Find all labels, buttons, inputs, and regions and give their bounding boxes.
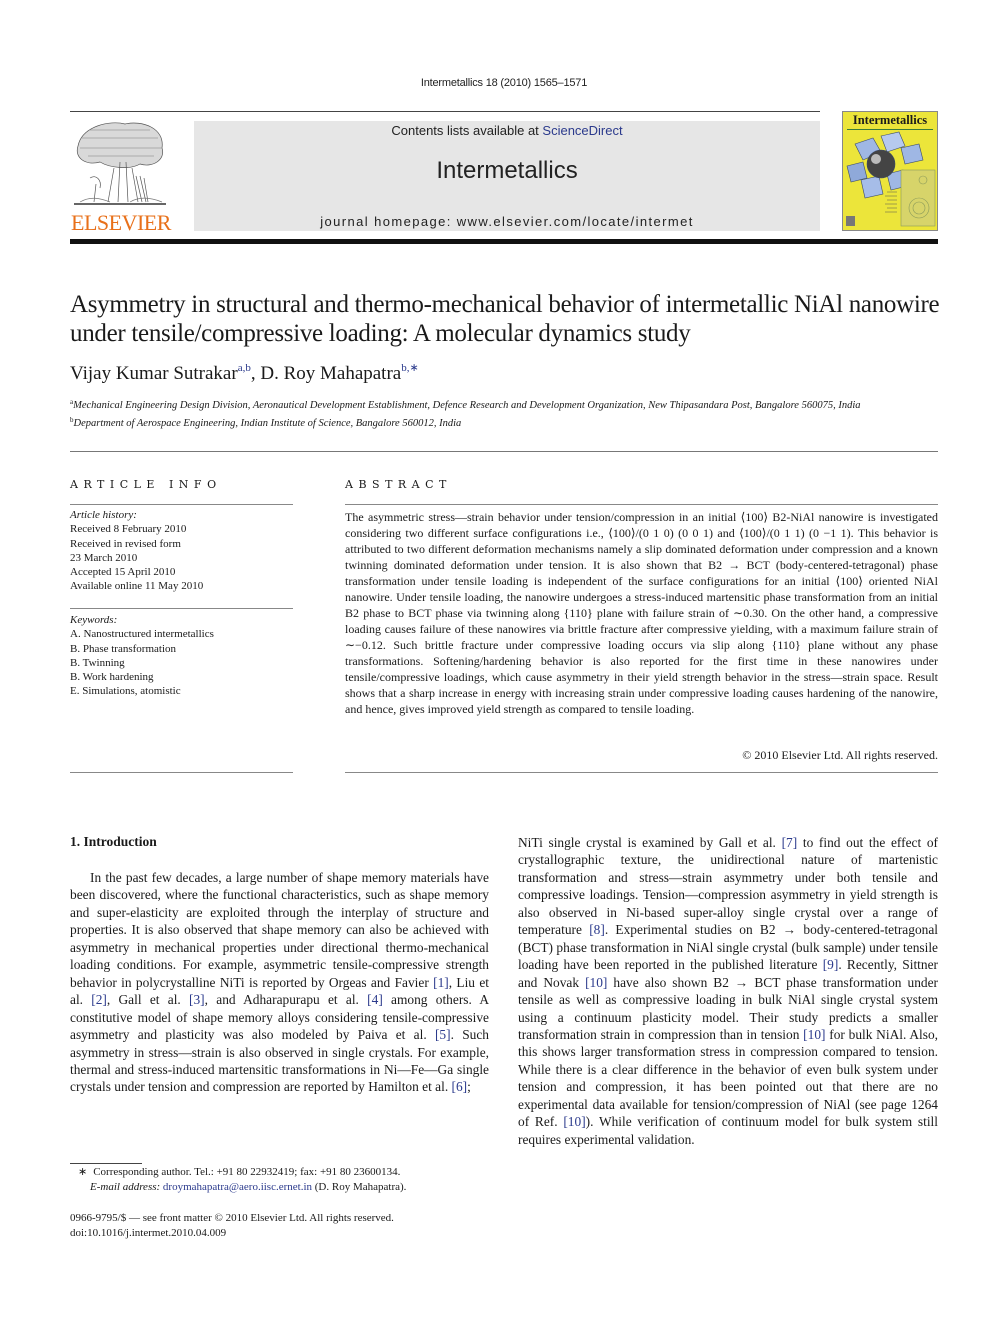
corresponding-author-note: ∗ Corresponding author. Tel.: +91 80 2293… xyxy=(70,1165,500,1180)
journal-banner: Contents lists available at ScienceDirec… xyxy=(194,121,820,231)
citation-link[interactable]: [10] xyxy=(585,975,607,990)
footnote-marker: ∗ xyxy=(78,1166,88,1178)
contents-line: Contents lists available at ScienceDirec… xyxy=(194,123,820,138)
email-link[interactable]: droymahapatra@aero.iisc.ernet.in xyxy=(163,1181,312,1193)
history-item: Available online 11 May 2010 xyxy=(70,580,204,593)
article-info-rule xyxy=(70,608,293,609)
email-suffix: (D. Roy Mahapatra). xyxy=(312,1181,407,1193)
body-text: , and Adharapurapu et al. xyxy=(204,992,368,1008)
journal-title[interactable]: Intermetallics xyxy=(194,157,820,185)
journal-homepage-link[interactable]: journal homepage: www.elsevier.com/locat… xyxy=(194,214,820,229)
copyright-notice: © 2010 Elsevier Ltd. All rights reserved… xyxy=(742,748,938,762)
citation-link[interactable]: [9] xyxy=(823,957,839,972)
body-text: , Gall et al. xyxy=(106,992,190,1008)
citation-link[interactable]: [6] xyxy=(452,1079,468,1094)
citation-link[interactable]: [8] xyxy=(589,922,605,937)
journal-cover[interactable]: Intermetallics xyxy=(842,111,938,231)
author-separator: , xyxy=(250,363,261,384)
author-name[interactable]: D. Roy Mahapatra xyxy=(260,363,401,384)
history-item: Received in revised form xyxy=(70,537,181,550)
author-affil-marks[interactable]: b,∗ xyxy=(401,362,418,374)
contents-prefix: Contents lists available at xyxy=(391,123,543,138)
corresponding-text: Corresponding author. Tel.: +91 80 22932… xyxy=(93,1166,401,1178)
cover-crystal-icon xyxy=(846,131,936,227)
citation-link[interactable]: [10] xyxy=(563,1114,585,1129)
abstract-rule xyxy=(345,504,938,505)
title-divider xyxy=(70,451,938,452)
author-list: Vijay Kumar Sutrakara,b, D. Roy Mahapatr… xyxy=(70,361,419,385)
keyword-item: A. Nanostructured intermetallics xyxy=(70,628,214,641)
email-line: E-mail address: droymahapatra@aero.iisc.… xyxy=(70,1180,500,1195)
elsevier-wordmark: ELSEVIER xyxy=(71,210,171,235)
history-item: Accepted 15 April 2010 xyxy=(70,566,176,579)
section-heading: 1. Introduction xyxy=(70,834,157,849)
citation-link[interactable]: [10] xyxy=(803,1027,825,1042)
journal-citation: Intermetallics 18 (2010) 1565–1571 xyxy=(420,77,588,89)
citation-link[interactable]: [4] xyxy=(367,992,383,1007)
affiliation-text: Mechanical Engineering Design Division, … xyxy=(73,400,861,411)
article-history: Article history: Received 8 February 201… xyxy=(70,508,293,594)
footnote-rule xyxy=(70,1163,142,1164)
abstract-text: The asymmetric stress—strain behavior un… xyxy=(345,510,938,716)
keyword-item: B. Twinning xyxy=(70,656,125,669)
article-info-heading: ARTICLE INFO xyxy=(70,478,222,491)
abstract-heading: ABSTRACT xyxy=(345,478,452,491)
sciencedirect-link[interactable]: ScienceDirect xyxy=(542,123,622,138)
keywords: Keywords: A. Nanostructured intermetalli… xyxy=(70,613,293,699)
body-text: In the past few decades, a large number … xyxy=(70,870,489,990)
history-label: Article history: xyxy=(70,509,137,521)
affiliation-text: Department of Aerospace Engineering, Ind… xyxy=(73,418,462,429)
elsevier-logo[interactable]: ELSEVIER xyxy=(68,118,174,236)
citation-link[interactable]: [1] xyxy=(433,975,449,990)
body-column-right: NiTi single crystal is examined by Gall … xyxy=(518,834,938,1148)
history-item: Received 8 February 2010 xyxy=(70,523,187,536)
issn-line: 0966-9795/$ — see front matter © 2010 El… xyxy=(70,1212,394,1224)
doi-link[interactable]: doi:10.1016/j.intermet.2010.04.009 xyxy=(70,1226,500,1241)
article-info-rule xyxy=(70,504,293,505)
citation-link[interactable]: [7] xyxy=(782,835,798,850)
citation-link[interactable]: [3] xyxy=(189,992,205,1007)
keywords-label: Keywords: xyxy=(70,614,118,626)
article-info-rule xyxy=(70,772,293,773)
keyword-item: B. Phase transformation xyxy=(70,642,177,655)
abstract-rule xyxy=(345,772,938,773)
citation-link[interactable]: [2] xyxy=(91,992,107,1007)
affiliations: aMechanical Engineering Design Division,… xyxy=(70,395,930,431)
footnote: ∗ Corresponding author. Tel.: +91 80 2293… xyxy=(70,1165,500,1195)
body-column-left: In the past few decades, a large number … xyxy=(70,869,489,1096)
article-title: Asymmetry in structural and thermo-mecha… xyxy=(70,291,940,347)
keyword-item: E. Simulations, atomistic xyxy=(70,685,181,698)
affiliation-item: aMechanical Engineering Design Division,… xyxy=(70,395,930,413)
affiliation-item: bDepartment of Aerospace Engineering, In… xyxy=(70,413,930,431)
keyword-item: B. Work hardening xyxy=(70,671,154,684)
header-thick-rule xyxy=(70,239,938,244)
elsevier-tree-icon xyxy=(74,122,166,205)
front-matter: 0966-9795/$ — see front matter © 2010 El… xyxy=(70,1211,500,1240)
author-affil-marks[interactable]: a,b xyxy=(238,362,251,374)
body-text: NiTi single crystal is examined by Gall … xyxy=(518,835,782,850)
author-name[interactable]: Vijay Kumar Sutrakar xyxy=(70,363,238,384)
citation-link[interactable]: [5] xyxy=(435,1027,451,1042)
history-item: 23 March 2010 xyxy=(70,551,138,564)
header-rule xyxy=(70,111,820,112)
body-text: ; xyxy=(467,1079,471,1095)
email-label: E-mail address: xyxy=(90,1181,161,1193)
